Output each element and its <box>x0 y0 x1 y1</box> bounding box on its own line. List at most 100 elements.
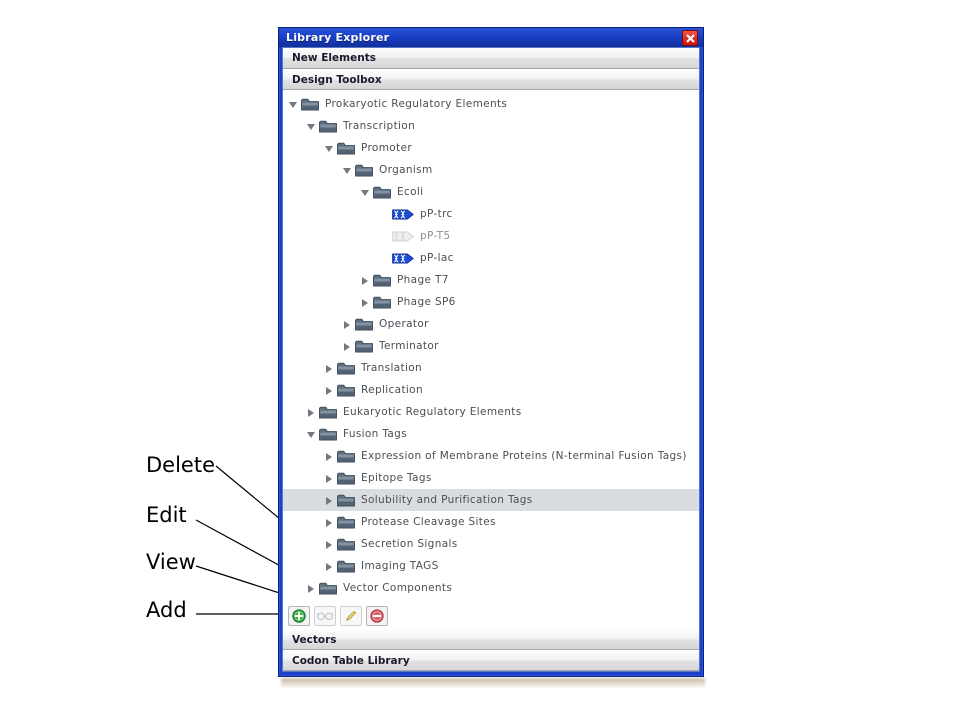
folder-icon <box>373 185 391 199</box>
tree-row-label: Protease Cleavage Sites <box>361 515 496 528</box>
folder-icon <box>337 559 355 573</box>
chevron-right-icon[interactable] <box>361 275 372 286</box>
window-title: Library Explorer <box>286 31 390 44</box>
tree-row-label: Replication <box>361 383 423 396</box>
tree-row[interactable]: Imaging TAGS <box>283 555 699 577</box>
tree-row-label: pP-lac <box>420 251 454 264</box>
tree-row[interactable]: Fusion Tags <box>283 423 699 445</box>
chevron-right-icon[interactable] <box>325 517 336 528</box>
tree-row-label: Solubility and Purification Tags <box>361 493 533 506</box>
tree-row-label: Translation <box>361 361 423 374</box>
folder-icon <box>337 383 355 397</box>
folder-icon <box>337 537 355 551</box>
tree-row-label: Phage SP6 <box>397 295 456 308</box>
chevron-down-icon[interactable] <box>343 165 354 176</box>
tree-row[interactable]: Protease Cleavage Sites <box>283 511 699 533</box>
tree-row[interactable]: Vector Components <box>283 577 699 599</box>
folder-icon <box>337 515 355 529</box>
tree-row-label: Transcription <box>343 119 416 132</box>
close-icon[interactable] <box>682 30 698 46</box>
tree-row-label: Promoter <box>361 141 413 154</box>
element-tree[interactable]: Prokaryotic Regulatory Elements Transcri… <box>283 90 699 603</box>
tree-row-label: Terminator <box>379 339 439 352</box>
annotation-label-add: Add <box>146 598 187 622</box>
chevron-right-icon[interactable] <box>325 561 336 572</box>
tree-toolbar <box>283 603 699 629</box>
folder-icon <box>319 581 337 595</box>
chevron-down-icon[interactable] <box>307 429 318 440</box>
tree-row-label: Expression of Membrane Proteins (N-termi… <box>361 449 687 462</box>
tree-row[interactable]: Terminator <box>283 335 699 357</box>
folder-icon <box>337 449 355 463</box>
chevron-down-icon[interactable] <box>361 187 372 198</box>
tree-row[interactable]: Expression of Membrane Proteins (N-termi… <box>283 445 699 467</box>
chevron-down-icon[interactable] <box>289 99 300 110</box>
chevron-right-icon[interactable] <box>325 451 336 462</box>
tree-row[interactable]: pP-trc <box>283 203 699 225</box>
section-header-new-elements[interactable]: New Elements <box>283 48 699 69</box>
folder-icon <box>355 339 373 353</box>
tree-row[interactable]: Replication <box>283 379 699 401</box>
add-button[interactable] <box>288 606 310 626</box>
tree-row-label: Ecoli <box>397 185 424 198</box>
folder-icon <box>337 141 355 155</box>
delete-button[interactable] <box>366 606 388 626</box>
chevron-down-icon[interactable] <box>325 143 336 154</box>
tree-row[interactable]: Prokaryotic Regulatory Elements <box>283 93 699 115</box>
section-header-vectors[interactable]: Vectors <box>283 629 699 650</box>
chevron-down-icon[interactable] <box>307 121 318 132</box>
folder-icon <box>319 119 337 133</box>
chevron-right-icon[interactable] <box>325 495 336 506</box>
folder-icon <box>355 163 373 177</box>
tree-row-label: Secretion Signals <box>361 537 458 550</box>
design-toolbox-panel: Prokaryotic Regulatory Elements Transcri… <box>283 90 699 629</box>
tree-row[interactable]: Ecoli <box>283 181 699 203</box>
section-header-design-toolbox[interactable]: Design Toolbox <box>283 69 699 90</box>
tree-row[interactable]: Epitope Tags <box>283 467 699 489</box>
chevron-right-icon[interactable] <box>307 583 318 594</box>
tree-row-label: Phage T7 <box>397 273 449 286</box>
tree-row[interactable]: Phage SP6 <box>283 291 699 313</box>
chevron-right-icon[interactable] <box>361 297 372 308</box>
annotation-label-view: View <box>146 550 196 574</box>
tree-row[interactable]: pP-lac <box>283 247 699 269</box>
dna-part-icon <box>392 209 414 220</box>
tree-row[interactable]: Transcription <box>283 115 699 137</box>
tree-row-label: Vector Components <box>343 581 453 594</box>
folder-icon <box>337 471 355 485</box>
tree-row-label: Organism <box>379 163 433 176</box>
tree-row[interactable]: Operator <box>283 313 699 335</box>
folder-icon <box>319 427 337 441</box>
tree-row-label: Imaging TAGS <box>361 559 439 572</box>
dna-part-icon-disabled <box>392 231 414 242</box>
tree-row[interactable]: Organism <box>283 159 699 181</box>
tree-row[interactable]: pP-T5 <box>283 225 699 247</box>
folder-icon <box>337 493 355 507</box>
tree-row[interactable]: Solubility and Purification Tags <box>283 489 699 511</box>
chevron-right-icon[interactable] <box>325 363 336 374</box>
chevron-right-icon[interactable] <box>307 407 318 418</box>
tree-row-label: Fusion Tags <box>343 427 408 440</box>
view-button[interactable] <box>314 606 336 626</box>
folder-icon <box>301 97 319 111</box>
chevron-right-icon[interactable] <box>325 385 336 396</box>
tree-row-label: Operator <box>379 317 429 330</box>
tree-row[interactable]: Promoter <box>283 137 699 159</box>
folder-icon <box>355 317 373 331</box>
section-header-codon-table-library[interactable]: Codon Table Library <box>283 650 699 671</box>
folder-icon <box>373 295 391 309</box>
chevron-right-icon[interactable] <box>343 341 354 352</box>
tree-row[interactable]: Translation <box>283 357 699 379</box>
folder-icon <box>319 405 337 419</box>
chevron-right-icon[interactable] <box>325 473 336 484</box>
window-titlebar[interactable]: Library Explorer <box>279 28 703 47</box>
chevron-right-icon[interactable] <box>343 319 354 330</box>
tree-row[interactable]: Secretion Signals <box>283 533 699 555</box>
window-body: New Elements Design Toolbox Prokaryotic … <box>282 47 700 672</box>
chevron-right-icon[interactable] <box>325 539 336 550</box>
edit-button[interactable] <box>340 606 362 626</box>
tree-row[interactable]: Phage T7 <box>283 269 699 291</box>
tree-row[interactable]: Eukaryotic Regulatory Elements <box>283 401 699 423</box>
annotation-label-delete: Delete <box>146 453 215 477</box>
tree-row-label: Epitope Tags <box>361 471 432 484</box>
